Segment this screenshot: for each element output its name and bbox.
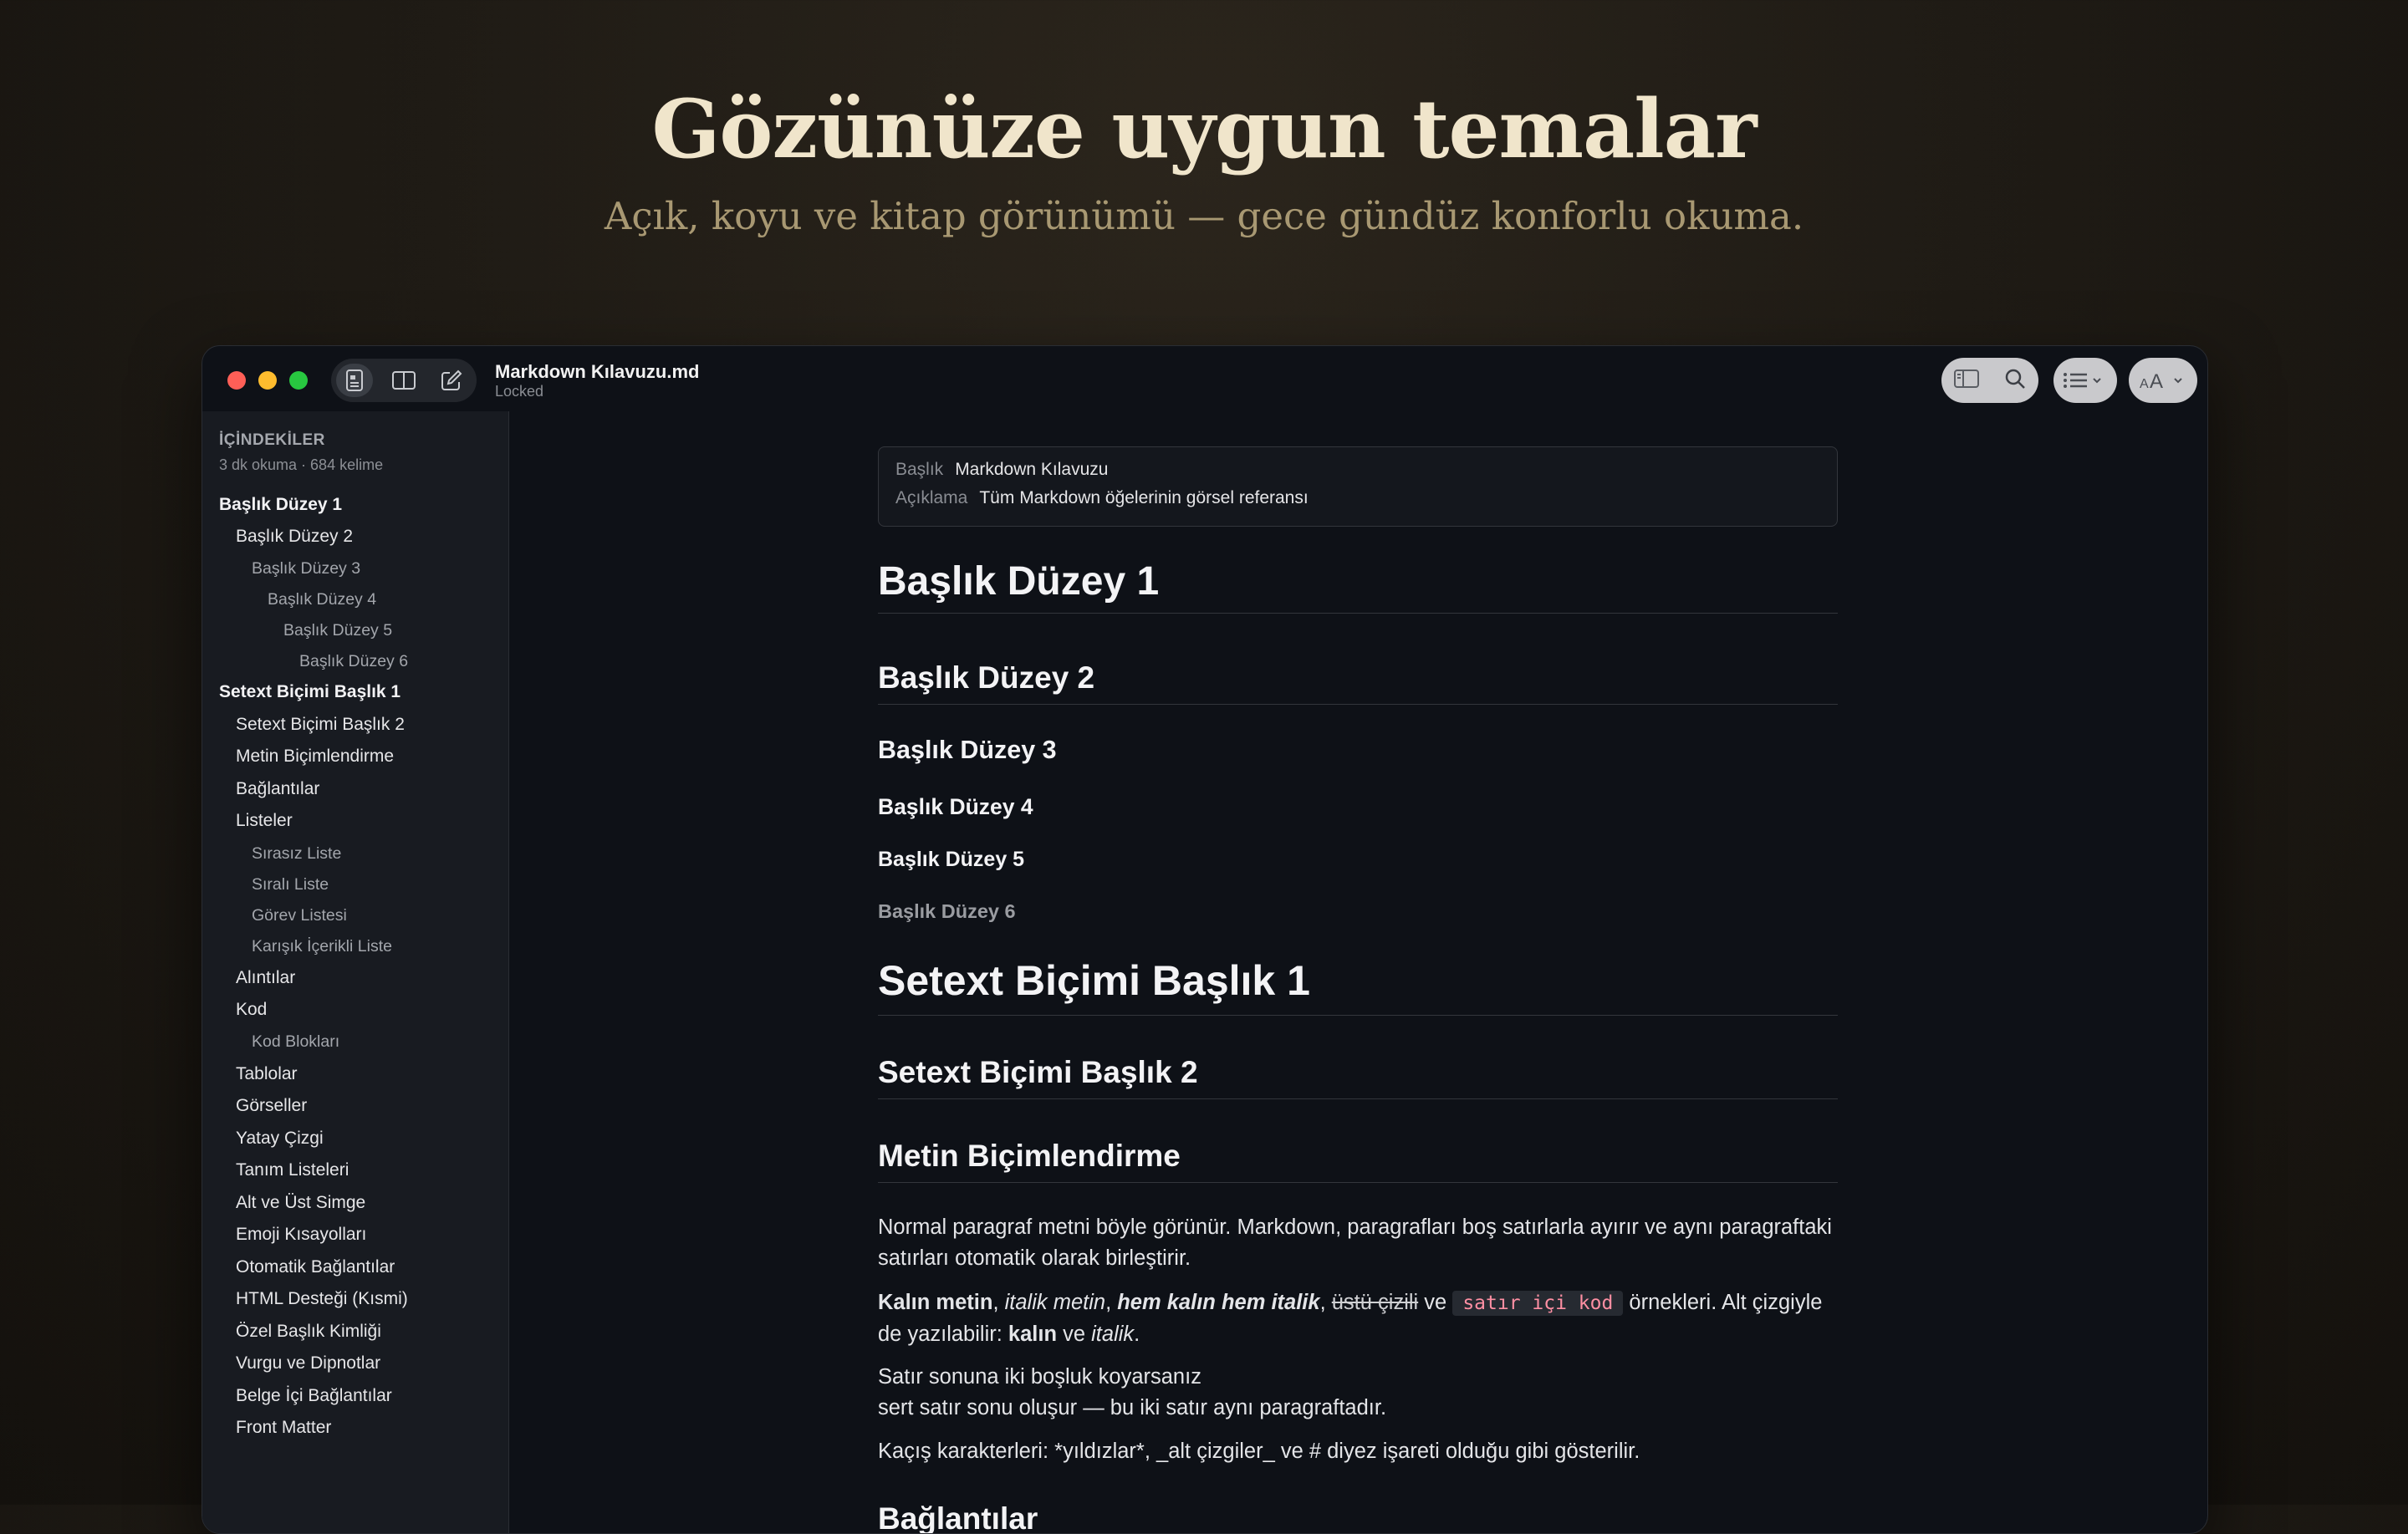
front-matter-description-row: Açıklama Tüm Markdown öğelerinin görsel r… (895, 488, 1309, 508)
text-formatting-heading: Metin Biçimlendirme (878, 1139, 1838, 1183)
paragraph-normal: Normal paragraf metni böyle görünür. Mar… (878, 1215, 1832, 1270)
heading-2: Başlık Düzey 2 (878, 660, 1838, 705)
front-matter-key: Açıklama (895, 488, 968, 507)
toc-item-lists[interactable]: Listeler (236, 811, 293, 831)
minimize-window-button[interactable] (258, 371, 277, 390)
text-size-icon: AA (2140, 370, 2182, 391)
toc-item-heading-5[interactable]: Başlık Düzey 5 (283, 621, 392, 640)
titlebar: Markdown Kılavuzu.md Locked AA (202, 346, 2207, 411)
toc-item-horizontal-rule[interactable]: Yatay Çizgi (236, 1129, 324, 1149)
paragraph-line-break: Satır sonuna iki boşluk koyarsanız sert … (878, 1362, 1838, 1424)
toc-item-links[interactable]: Bağlantılar (236, 779, 319, 799)
toc-item-html-support[interactable]: HTML Desteği (Kısmi) (236, 1289, 408, 1309)
toc-item-definition-lists[interactable]: Tanım Listeleri (236, 1160, 349, 1180)
toc-item-autolinks[interactable]: Otomatik Bağlantılar (236, 1257, 395, 1277)
toc-item-code-blocks[interactable]: Kod Blokları (252, 1032, 339, 1052)
toc-item-heading-3[interactable]: Başlık Düzey 3 (252, 559, 360, 578)
line-break-line-1: Satır sonuna iki boşluk koyarsanız (878, 1365, 1201, 1389)
links-heading: Bağlantılar (878, 1501, 1038, 1534)
toc-item-images[interactable]: Görseller (236, 1096, 307, 1116)
front-matter-key: Başlık (895, 460, 944, 479)
inline-code: satır içi kod (1452, 1291, 1624, 1316)
search-button[interactable] (2003, 367, 2027, 395)
toc-item-highlight-footnotes[interactable]: Vurgu ve Dipnotlar (236, 1353, 380, 1373)
toc-item-setext-2[interactable]: Setext Biçimi Başlık 2 (236, 715, 405, 735)
italic-text: italik metin (1004, 1291, 1106, 1314)
sidebar-icon (1954, 369, 1979, 388)
reader-view-button[interactable] (336, 364, 373, 397)
front-matter-value: Markdown Kılavuzu (955, 460, 1109, 479)
zoom-window-button[interactable] (289, 371, 308, 390)
separator: , (992, 1291, 1005, 1314)
heading-1: Başlık Düzey 1 (878, 558, 1838, 614)
toc-item-sub-superscript[interactable]: Alt ve Üst Simge (236, 1193, 365, 1213)
setext-heading-2: Setext Biçimi Başlık 2 (878, 1055, 1838, 1099)
split-view-icon (392, 371, 416, 390)
toc-item-internal-links[interactable]: Belge İçi Bağlantılar (236, 1386, 392, 1406)
close-window-button[interactable] (227, 371, 246, 390)
toc-item-heading-4[interactable]: Başlık Düzey 4 (268, 590, 376, 609)
hero-subtitle: Açık, koyu ve kitap görünümü — gece günd… (604, 194, 1804, 238)
setext-heading-1: Setext Biçimi Başlık 1 (878, 956, 1838, 1016)
edit-button[interactable] (433, 364, 470, 397)
split-view-button[interactable] (385, 364, 422, 397)
front-matter-value: Tüm Markdown öğelerinin görsel referansı (979, 488, 1309, 507)
toc-item-emoji-shortcuts[interactable]: Emoji Kısayolları (236, 1225, 366, 1245)
toc-item-setext-1[interactable]: Setext Biçimi Başlık 1 (219, 682, 400, 702)
search-icon (2005, 369, 2025, 389)
conjunction: ve (1418, 1291, 1453, 1314)
document-title: Markdown Kılavuzu.md (495, 361, 700, 382)
sidebar-search-group (1941, 358, 2038, 403)
period: . (1134, 1323, 1140, 1346)
font-settings-button[interactable]: AA (2129, 358, 2197, 403)
toc-item-heading-1[interactable]: Başlık Düzey 1 (219, 495, 342, 515)
line-break-line-2: sert satır sonu oluşur — bu iki satır ay… (878, 1396, 1387, 1419)
toc-item-task-list[interactable]: Görev Listesi (252, 906, 347, 925)
front-matter-box: Başlık Markdown Kılavuzu Açıklama Tüm Mark… (878, 446, 1838, 527)
app-window: Markdown Kılavuzu.md Locked AA İÇİNDEKİL… (202, 345, 2208, 1534)
heading-3: Başlık Düzey 3 (878, 736, 1057, 764)
heading-4: Başlık Düzey 4 (878, 794, 1033, 819)
outline-menu-button[interactable] (2053, 358, 2117, 403)
toc-item-code[interactable]: Kod (236, 1000, 267, 1020)
toc-item-heading-6[interactable]: Başlık Düzey 6 (299, 652, 408, 671)
svg-text:A: A (2150, 370, 2163, 391)
separator: , (1105, 1291, 1118, 1314)
compose-icon (441, 369, 462, 390)
front-matter-title-row: Başlık Markdown Kılavuzu (895, 460, 1108, 480)
list-icon (2064, 373, 2101, 388)
sidebar-toggle-button[interactable] (1953, 369, 1980, 393)
toc-item-heading-2[interactable]: Başlık Düzey 2 (236, 527, 353, 547)
toc-reading-meta: 3 dk okuma · 684 kelime (219, 456, 384, 473)
bold-text: kalın (1008, 1323, 1058, 1346)
svg-text:A: A (2140, 377, 2149, 391)
toc-item-mixed-list[interactable]: Karışık İçerikli Liste (252, 937, 392, 956)
heading-5: Başlık Düzey 5 (878, 848, 1025, 871)
paragraph-formatting: Kalın metin, italik metin, hem kalın hem… (878, 1287, 1838, 1350)
italic-text: italik (1091, 1323, 1135, 1346)
toc-item-custom-heading-id[interactable]: Özel Başlık Kimliği (236, 1322, 381, 1342)
toc-item-front-matter[interactable]: Front Matter (236, 1418, 331, 1438)
view-mode-group (331, 359, 477, 402)
bold-italic-text: hem kalın hem italik (1117, 1291, 1320, 1314)
heading-6: Başlık Düzey 6 (878, 900, 1016, 922)
document-icon (346, 369, 363, 391)
toc-item-unordered-list[interactable]: Sırasız Liste (252, 844, 341, 864)
bold-text: Kalın metin (878, 1291, 993, 1314)
toc-item-text-formatting[interactable]: Metin Biçimlendirme (236, 747, 394, 767)
strikethrough-text: üstü çizili (1331, 1291, 1419, 1314)
toc-item-quotes[interactable]: Alıntılar (236, 968, 295, 988)
hero-title: Gözünüze uygun temalar (651, 82, 1757, 176)
toc-item-ordered-list[interactable]: Sıralı Liste (252, 875, 329, 894)
toc-item-tables[interactable]: Tablolar (236, 1064, 298, 1084)
paragraph-escapes: Kaçış karakterleri: *yıldızlar*, _alt çi… (878, 1440, 1640, 1463)
conjunction: ve (1057, 1323, 1092, 1346)
toc-heading: İÇİNDEKİLER (219, 431, 325, 449)
separator: , (1319, 1291, 1332, 1314)
lock-status: Locked (495, 383, 544, 400)
